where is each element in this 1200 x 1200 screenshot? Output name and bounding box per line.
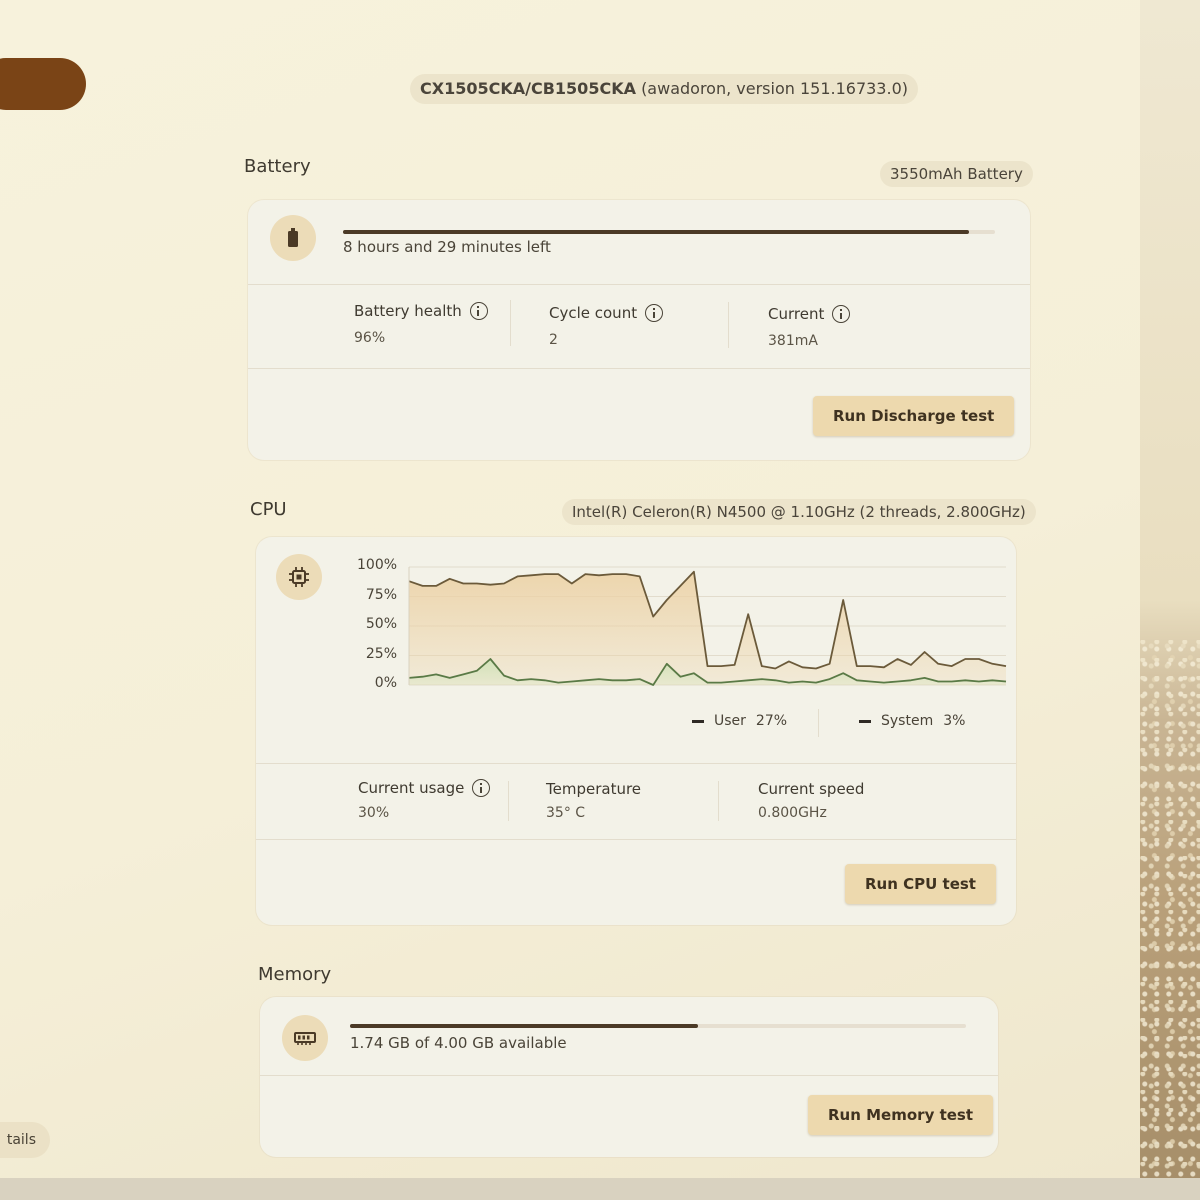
memory-available-text: 1.74 GB of 4.00 GB available <box>350 1034 567 1052</box>
cpu-model-chip: Intel(R) Celeron(R) N4500 @ 1.10GHz (2 t… <box>562 499 1036 525</box>
cpu-section-title: CPU <box>250 499 287 520</box>
battery-divider-bottom <box>248 368 1030 369</box>
current-usage-value: 30% <box>358 805 390 821</box>
legend-user-name: User <box>714 713 746 729</box>
run-memory-test-button[interactable]: Run Memory test <box>808 1095 994 1135</box>
memory-divider <box>260 1075 998 1076</box>
cpu-metric-divider <box>508 781 509 821</box>
nav-selected-pill[interactable] <box>0 58 86 110</box>
legend-system-swatch <box>859 719 871 723</box>
battery-divider-top <box>248 284 1030 285</box>
memory-usage-fill <box>350 1024 699 1028</box>
temperature-label: Temperature <box>546 780 641 798</box>
info-icon[interactable] <box>472 779 491 797</box>
legend-system: System 3% <box>859 713 965 729</box>
memory-usage-bar <box>350 1024 966 1028</box>
cycle-count-title: Cycle count <box>549 304 638 322</box>
current-speed-title: Current speed <box>758 780 865 798</box>
device-model: CX1505CKA/CB1505CKA <box>420 79 636 98</box>
cycle-count-value: 2 <box>549 332 558 348</box>
current-title: Current <box>768 305 825 323</box>
run-discharge-test-button[interactable]: Run Discharge test <box>813 396 1015 436</box>
background-desk <box>1140 0 1200 1200</box>
photo-scene: tails CX1505CKA/CB1505CKA (awadoron, ver… <box>0 0 1200 1200</box>
current-speed-value: 0.800GHz <box>758 805 827 821</box>
cpu-divider-top <box>256 763 1016 764</box>
battery-charge-fill <box>343 230 969 234</box>
legend-system-name: System <box>881 713 934 729</box>
info-icon[interactable] <box>832 305 851 323</box>
cpu-card: 100% 75% 50% 25% 0% User 27% System 3% C… <box>256 537 1016 925</box>
cpu-usage-chart <box>408 566 1007 686</box>
cycle-count-label: Cycle count <box>549 304 664 322</box>
cpu-divider-bottom <box>256 839 1016 840</box>
device-board-version: (awadoron, version 151.16733.0) <box>641 79 908 98</box>
current-usage-label: Current usage <box>358 779 491 797</box>
shelf-bar <box>0 1178 1200 1200</box>
battery-card: 8 hours and 29 minutes left Battery heal… <box>248 200 1030 460</box>
current-speed-label: Current speed <box>758 780 864 798</box>
battery-time-left: 8 hours and 29 minutes left <box>343 238 551 256</box>
memory-section-title: Memory <box>258 964 332 985</box>
current-value: 381mA <box>768 333 818 349</box>
battery-section-title: Battery <box>244 156 311 177</box>
legend-system-value: 3% <box>943 713 966 729</box>
current-usage-title: Current usage <box>358 779 465 797</box>
battery-charge-bar <box>343 230 995 234</box>
device-info-chip: CX1505CKA/CB1505CKA (awadoron, version 1… <box>410 74 918 104</box>
current-label: Current <box>768 305 851 323</box>
battery-health-title: Battery health <box>354 302 462 320</box>
cpu-metric-divider <box>718 781 719 821</box>
battery-metric-divider <box>728 302 729 348</box>
run-cpu-test-button[interactable]: Run CPU test <box>845 864 996 904</box>
memory-card: 1.74 GB of 4.00 GB available Run Memory … <box>260 997 998 1157</box>
diagnostics-screen: tails CX1505CKA/CB1505CKA (awadoron, ver… <box>0 0 1140 1178</box>
legend-user-value: 27% <box>755 713 788 729</box>
legend-user-swatch <box>692 719 704 723</box>
temperature-title: Temperature <box>546 780 642 798</box>
nav-details-label: tails <box>6 1132 36 1148</box>
battery-icon <box>270 215 316 261</box>
info-icon[interactable] <box>469 302 488 320</box>
battery-capacity-chip: 3550mAh Battery <box>880 161 1033 187</box>
legend-user: User 27% <box>692 713 787 729</box>
battery-health-label: Battery health <box>354 302 488 320</box>
battery-health-value: 96% <box>354 330 386 346</box>
memory-module-icon <box>282 1015 328 1061</box>
legend-divider <box>818 709 819 737</box>
battery-metric-divider <box>510 300 511 346</box>
info-icon[interactable] <box>645 304 664 322</box>
background-texture <box>1140 640 1200 1200</box>
nav-details-pill[interactable]: tails <box>0 1122 50 1158</box>
temperature-value: 35° C <box>546 805 586 821</box>
